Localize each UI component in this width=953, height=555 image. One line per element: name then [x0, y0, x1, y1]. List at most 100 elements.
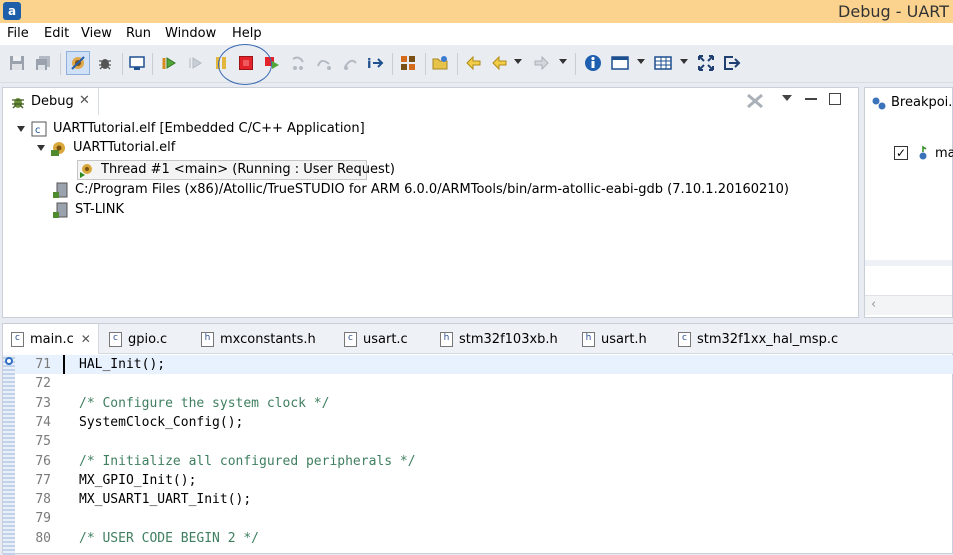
- save-all-icon[interactable]: [34, 54, 52, 72]
- maximize-view-icon[interactable]: [829, 93, 841, 105]
- debug-icon[interactable]: [96, 54, 114, 72]
- code-line[interactable]: 72: [15, 374, 953, 393]
- breakpoint-checkbox[interactable]: ✓: [894, 146, 908, 160]
- open-folder-icon[interactable]: [431, 54, 449, 72]
- tab-label: main.c: [30, 331, 74, 347]
- c-file-icon: c: [11, 331, 24, 347]
- chevron-down-icon[interactable]: [637, 59, 645, 64]
- terminal-icon[interactable]: [128, 54, 146, 72]
- tree-row-stlink[interactable]: ST-LINK: [53, 200, 124, 219]
- code-line[interactable]: 73 /* Configure the system clock */: [15, 394, 953, 413]
- code-line[interactable]: 76 /* Initialize all configured periphera…: [15, 452, 953, 471]
- toolbar-separator: [122, 53, 123, 75]
- save-icon[interactable]: [8, 54, 26, 72]
- close-icon[interactable]: ✕: [81, 332, 91, 346]
- tree-row-process[interactable]: UARTTutorial.elf: [37, 138, 175, 157]
- tab-usart-h[interactable]: h usart.h: [582, 324, 647, 354]
- expand-icon[interactable]: [17, 125, 25, 132]
- tab-mxconstants-h[interactable]: h mxconstants.h: [201, 324, 316, 354]
- stlink-icon: [53, 202, 69, 218]
- info-icon[interactable]: [584, 54, 602, 72]
- editor-gutter[interactable]: [3, 355, 15, 555]
- debug-view: Debug ✕ c UARTTutorial.elf [Embedded C/C…: [2, 87, 859, 318]
- code-line[interactable]: 78 MX_USART1_UART_Init();: [15, 490, 953, 509]
- tree-row-thread[interactable]: Thread #1 <main> (Running : User Request…: [79, 160, 395, 179]
- svg-text:c: c: [35, 125, 41, 136]
- code-line[interactable]: 71 HAL_Init();: [15, 355, 953, 374]
- menu-bar: File Edit View Run Window Help: [0, 23, 953, 45]
- c-launch-icon: c: [31, 121, 47, 137]
- code-text: SystemClock_Config();: [79, 414, 244, 430]
- tab-gpio-c[interactable]: c gpio.c: [109, 324, 167, 354]
- horizontal-scrollbar[interactable]: ‹: [865, 295, 952, 315]
- tree-row-gdb[interactable]: C:/Program Files (x86)/Atollic/TrueSTUDI…: [53, 180, 789, 199]
- editor-tab-bar: c main.c ✕ c gpio.c h mxconstants.h c us…: [3, 324, 953, 354]
- code-text: HAL_Init();: [79, 357, 166, 372]
- menu-view[interactable]: View: [81, 26, 112, 41]
- close-icon[interactable]: ✕: [79, 93, 90, 108]
- menu-window[interactable]: Window: [165, 26, 216, 41]
- back-icon[interactable]: [490, 54, 508, 72]
- text-cursor: [63, 355, 65, 374]
- minimize-icon[interactable]: [805, 98, 817, 100]
- line-number: 71: [35, 357, 51, 372]
- code-editor: c main.c ✕ c gpio.c h mxconstants.h c us…: [2, 323, 953, 555]
- breakpoint-icon: [918, 145, 930, 165]
- window-icon[interactable]: [611, 54, 629, 72]
- remove-terminated-icon[interactable]: [746, 93, 764, 113]
- tab-debug[interactable]: Debug ✕: [3, 88, 99, 115]
- step-return-icon[interactable]: [341, 54, 359, 72]
- step-into-icon[interactable]: [289, 54, 307, 72]
- exit-icon[interactable]: [723, 54, 741, 72]
- scroll-left-icon[interactable]: ‹: [871, 297, 876, 312]
- code-line[interactable]: 77 MX_GPIO_Init();: [15, 471, 953, 490]
- skip-breakpoints-icon[interactable]: [66, 51, 90, 75]
- code-line[interactable]: 74 SystemClock_Config();: [15, 413, 953, 432]
- chevron-down-icon[interactable]: [559, 59, 567, 64]
- resume-icon[interactable]: [160, 54, 178, 72]
- menu-run[interactable]: Run: [126, 26, 151, 41]
- tab-usart-c[interactable]: c usart.c: [344, 324, 408, 354]
- toolbar-separator: [457, 53, 458, 75]
- step-return-icon[interactable]: [186, 54, 204, 72]
- registers-icon[interactable]: [399, 54, 417, 72]
- menu-edit[interactable]: Edit: [44, 26, 69, 41]
- menu-file[interactable]: File: [7, 26, 29, 41]
- code-line[interactable]: 79: [15, 509, 953, 528]
- line-number: 80: [35, 530, 51, 546]
- h-file-icon: h: [582, 331, 595, 347]
- tab-stm32f103xb-h[interactable]: h stm32f103xb.h: [440, 324, 558, 354]
- tab-stm32f1xx-hal-msp-c[interactable]: c stm32f1xx_hal_msp.c: [678, 324, 838, 354]
- instruction-step-icon[interactable]: i: [366, 54, 384, 72]
- toolbar-separator: [575, 53, 576, 75]
- terminate-highlight-ring: [218, 44, 272, 85]
- code-line[interactable]: 80 /* USER CODE BEGIN 2 */: [15, 529, 953, 548]
- expand-icon[interactable]: [37, 144, 45, 151]
- tree-row-label: Thread #1 <main> (Running : User Request…: [101, 162, 395, 177]
- tab-main-c[interactable]: c main.c ✕: [3, 324, 99, 354]
- forward-icon[interactable]: [533, 54, 551, 72]
- line-number: 78: [35, 492, 51, 508]
- breakpoint-label[interactable]: ma: [935, 146, 953, 161]
- step-over-icon[interactable]: [315, 54, 333, 72]
- toolbar-separator: [152, 53, 153, 75]
- view-menu-icon[interactable]: [782, 95, 792, 101]
- maximize-icon[interactable]: [697, 54, 715, 72]
- gdb-icon: [53, 182, 69, 198]
- back-icon[interactable]: [464, 54, 482, 72]
- tree-row-launch[interactable]: c UARTTutorial.elf [Embedded C/C++ Appli…: [17, 119, 365, 138]
- menu-help[interactable]: Help: [232, 26, 262, 41]
- code-comment: /* USER CODE BEGIN 2 */: [79, 530, 260, 546]
- chevron-down-icon[interactable]: [680, 59, 688, 64]
- app-icon[interactable]: a: [3, 2, 21, 20]
- tab-label: usart.h: [601, 331, 647, 347]
- grid-icon[interactable]: [654, 54, 672, 72]
- tab-label: stm32f103xb.h: [459, 331, 558, 347]
- line-number: 77: [35, 472, 51, 488]
- tab-breakpoints[interactable]: Breakpoi...: [891, 95, 953, 110]
- h-file-icon: h: [201, 331, 214, 347]
- chevron-down-icon[interactable]: [514, 59, 522, 64]
- tab-label: stm32f1xx_hal_msp.c: [697, 331, 839, 347]
- code-line[interactable]: 75: [15, 432, 953, 451]
- line-number: 73: [35, 395, 51, 411]
